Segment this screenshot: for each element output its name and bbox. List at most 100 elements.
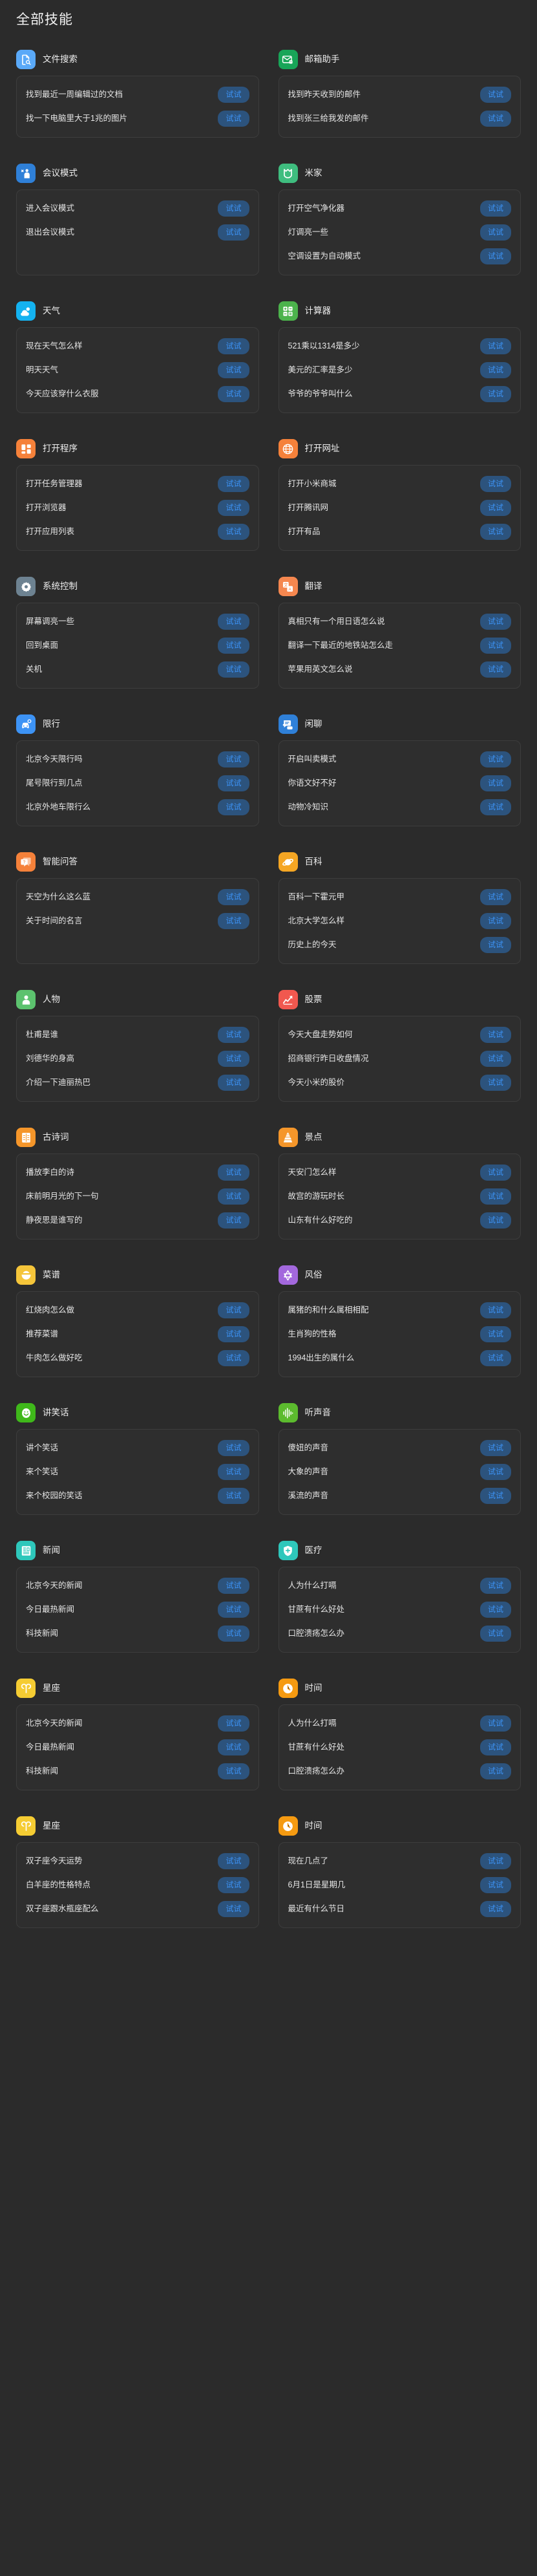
skill-item-label: 进入会议模式 (26, 204, 75, 213)
try-button[interactable]: 试试 (479, 1075, 511, 1091)
try-button[interactable]: 试试 (479, 1602, 511, 1618)
try-button[interactable]: 试试 (218, 638, 249, 654)
try-button[interactable]: 试试 (218, 1350, 249, 1366)
try-button[interactable]: 试试 (218, 1302, 249, 1318)
try-button[interactable]: 试试 (479, 476, 511, 492)
try-button[interactable]: 试试 (479, 386, 511, 402)
try-button[interactable]: 试试 (479, 913, 511, 929)
skill-card: 双子座今天运势 试试 白羊座的性格特点 试试 双子座跟水瓶座配么 试试 (16, 1842, 259, 1928)
try-button[interactable]: 试试 (218, 1326, 249, 1342)
try-button[interactable]: 试试 (218, 500, 249, 516)
try-button[interactable]: 试试 (218, 1763, 249, 1779)
try-button[interactable]: 试试 (479, 524, 511, 540)
try-button[interactable]: 试试 (218, 1715, 249, 1732)
try-button[interactable]: 试试 (479, 751, 511, 767)
try-button[interactable]: 试试 (218, 913, 249, 929)
try-button[interactable]: 试试 (479, 1763, 511, 1779)
try-button[interactable]: 试试 (218, 362, 249, 378)
skill-item: 今天应该穿什么衣服 试试 (26, 382, 249, 406)
try-button[interactable]: 试试 (479, 1739, 511, 1755)
try-button[interactable]: 试试 (479, 1626, 511, 1642)
try-button[interactable]: 试试 (218, 1051, 249, 1067)
skill-item-label: 北京今天的新闻 (26, 1581, 83, 1590)
try-button[interactable]: 试试 (479, 937, 511, 953)
try-button[interactable]: 试试 (218, 1212, 249, 1229)
try-button[interactable]: 试试 (218, 1464, 249, 1480)
try-button[interactable]: 试试 (479, 661, 511, 678)
try-button[interactable]: 试试 (218, 614, 249, 630)
try-button[interactable]: 试试 (479, 1901, 511, 1917)
try-button[interactable]: 试试 (218, 1901, 249, 1917)
try-button[interactable]: 试试 (479, 1326, 511, 1342)
skill-item: 科技新闻 试试 (26, 1759, 249, 1783)
try-button[interactable]: 试试 (218, 1877, 249, 1893)
try-button[interactable]: 试试 (218, 775, 249, 791)
try-button[interactable]: 试试 (479, 87, 511, 103)
try-button[interactable]: 试试 (479, 775, 511, 791)
try-button[interactable]: 试试 (479, 248, 511, 264)
try-button[interactable]: 试试 (479, 799, 511, 815)
try-button[interactable]: 试试 (218, 1165, 249, 1181)
try-button[interactable]: 试试 (218, 87, 249, 103)
try-button[interactable]: 试试 (218, 1440, 249, 1456)
try-button[interactable]: 试试 (218, 1488, 249, 1504)
skill-item: 找到最近一周编辑过的文档 试试 (26, 83, 249, 107)
skill-item-label: 百科一下霍元甲 (288, 892, 345, 901)
try-button[interactable]: 试试 (479, 500, 511, 516)
try-button[interactable]: 试试 (479, 638, 511, 654)
medical-shield-icon (278, 1541, 298, 1560)
try-button[interactable]: 试试 (218, 1188, 249, 1205)
try-button[interactable]: 试试 (479, 1302, 511, 1318)
skill-card: 找到最近一周编辑过的文档 试试 找一下电脑里大于1兆的图片 试试 (16, 76, 259, 138)
try-button[interactable]: 试试 (479, 1350, 511, 1366)
skill-item-label: 打开应用列表 (26, 527, 75, 536)
try-button[interactable]: 试试 (479, 1051, 511, 1067)
try-button[interactable]: 试试 (218, 111, 249, 127)
skill-card: 属猪的和什么属相相配 试试 生肖狗的性格 试试 1994出生的属什么 试试 (278, 1291, 521, 1377)
try-button[interactable]: 试试 (479, 1715, 511, 1732)
try-button[interactable]: 试试 (218, 1075, 249, 1091)
skill-card: 屏幕调亮一些 试试 回到桌面 试试 关机 试试 (16, 603, 259, 689)
try-button[interactable]: 试试 (218, 889, 249, 905)
try-button[interactable]: 试试 (218, 751, 249, 767)
try-button[interactable]: 试试 (479, 362, 511, 378)
try-button[interactable]: 试试 (479, 338, 511, 354)
try-button[interactable]: 试试 (479, 1488, 511, 1504)
skill-item-label: 属猪的和什么属相相配 (288, 1305, 369, 1315)
try-button[interactable]: 试试 (479, 111, 511, 127)
try-button[interactable]: 试试 (479, 224, 511, 241)
try-button[interactable]: 试试 (479, 1165, 511, 1181)
try-button[interactable]: 试试 (479, 1464, 511, 1480)
try-button[interactable]: 试试 (218, 386, 249, 402)
skill-item: 开启叫卖模式 试试 (288, 747, 511, 771)
skill-section-title: 打开程序 (43, 444, 78, 453)
try-button[interactable]: 试试 (218, 1027, 249, 1043)
try-button[interactable]: 试试 (218, 338, 249, 354)
skill-item: 关于时间的名言 试试 (26, 909, 249, 933)
chat-bubble-icon (278, 714, 298, 734)
try-button[interactable]: 试试 (479, 200, 511, 217)
skill-section: 古诗词 播放李白的诗 试试 床前明月光的下一句 试试 静夜思是谁写的 试试 (16, 1119, 259, 1256)
skill-item-label: 关于时间的名言 (26, 916, 83, 925)
try-button[interactable]: 试试 (479, 1578, 511, 1594)
try-button[interactable]: 试试 (218, 1602, 249, 1618)
try-button[interactable]: 试试 (479, 1188, 511, 1205)
try-button[interactable]: 试试 (218, 200, 249, 217)
try-button[interactable]: 试试 (479, 889, 511, 905)
try-button[interactable]: 试试 (218, 1739, 249, 1755)
skill-section-header: 文 A 翻译 (278, 568, 521, 603)
try-button[interactable]: 试试 (218, 224, 249, 241)
try-button[interactable]: 试试 (218, 661, 249, 678)
try-button[interactable]: 试试 (218, 476, 249, 492)
try-button[interactable]: 试试 (479, 1853, 511, 1869)
try-button[interactable]: 试试 (479, 614, 511, 630)
try-button[interactable]: 试试 (218, 799, 249, 815)
try-button[interactable]: 试试 (479, 1212, 511, 1229)
try-button[interactable]: 试试 (218, 1853, 249, 1869)
try-button[interactable]: 试试 (218, 524, 249, 540)
try-button[interactable]: 试试 (479, 1877, 511, 1893)
try-button[interactable]: 试试 (218, 1626, 249, 1642)
try-button[interactable]: 试试 (479, 1440, 511, 1456)
try-button[interactable]: 试试 (218, 1578, 249, 1594)
try-button[interactable]: 试试 (479, 1027, 511, 1043)
